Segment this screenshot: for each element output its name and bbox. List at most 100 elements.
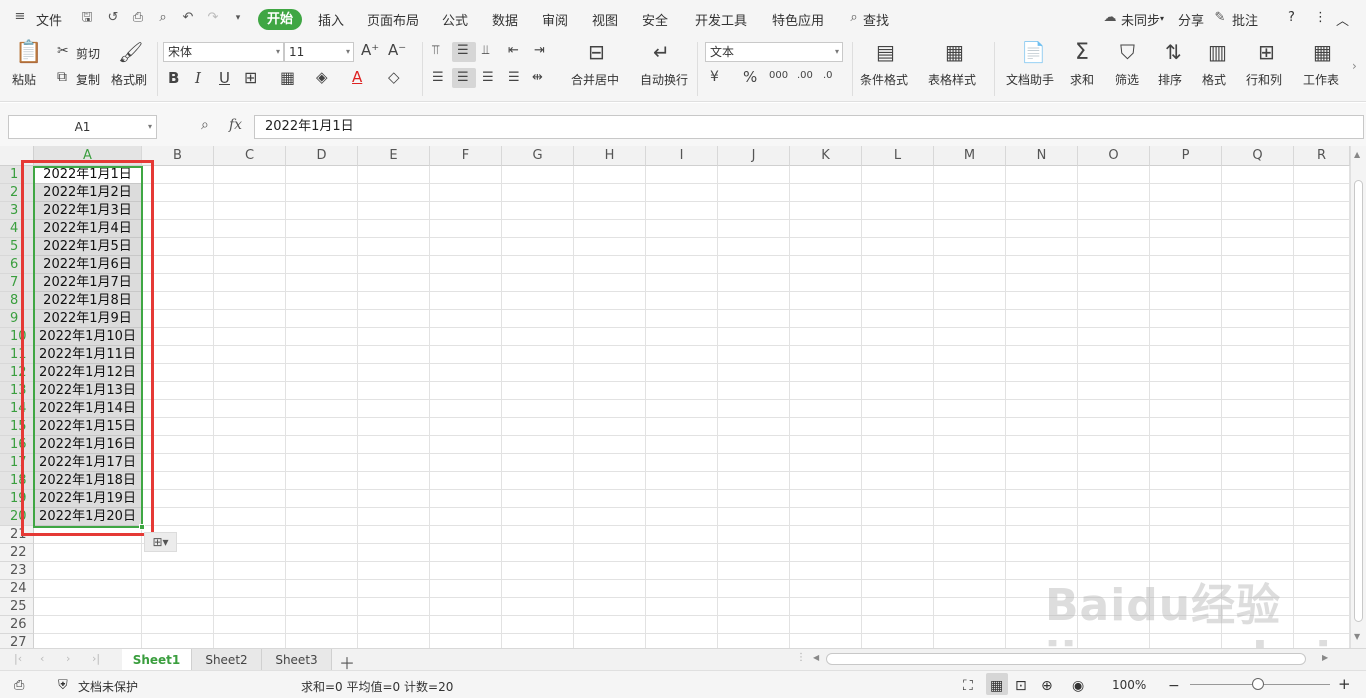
scroll-left-icon[interactable]: ◀ <box>813 653 819 662</box>
formula-input[interactable]: 2022年1月1日 <box>254 115 1364 139</box>
align-bottom-icon[interactable]: ⫫ <box>482 44 489 57</box>
doc-assistant-button[interactable]: 文档助手 <box>1006 71 1054 88</box>
search-button[interactable]: 查找 <box>863 10 889 29</box>
worksheet-icon[interactable]: ▦ <box>1313 42 1332 62</box>
sheet-tab-2[interactable]: Sheet2 <box>192 649 262 671</box>
row-col-button[interactable]: 行和列 <box>1246 71 1282 88</box>
clear-icon[interactable]: ◇ <box>388 70 400 85</box>
align-center-icon[interactable]: ☰ <box>457 71 469 84</box>
name-box-dropdown-icon[interactable]: ▾ <box>148 116 152 138</box>
wrap-text-icon[interactable]: ↵ <box>653 42 670 62</box>
sheet-tab-1[interactable]: Sheet1 <box>122 649 192 671</box>
merge-center-button[interactable]: 合并居中 <box>571 71 619 88</box>
distribute-icon[interactable]: ⇹ <box>532 71 543 84</box>
increase-font-icon[interactable]: A⁺ <box>361 43 379 58</box>
align-middle-icon[interactable]: ☰ <box>457 44 469 57</box>
currency-icon[interactable]: ¥ <box>710 70 719 84</box>
sync-dropdown-icon[interactable]: ▾ <box>1160 14 1164 23</box>
horizontal-scroll-thumb[interactable] <box>826 653 1306 665</box>
row-header-23[interactable]: 23 <box>0 562 34 580</box>
page-break-view-icon[interactable]: ⊡ <box>1015 678 1027 694</box>
spreadsheet-grid[interactable]: ABCDEFGHIJKLMNOPQR 1 2 3 4 5 6 7 8 9 10 11 12 13 14 15… <box>0 146 1350 648</box>
search-icon[interactable]: ⌕ <box>847 11 861 25</box>
column-header-e[interactable]: E <box>358 146 430 166</box>
column-header-f[interactable]: F <box>430 146 502 166</box>
copy-button[interactable]: 复制 <box>76 71 100 88</box>
tab-view[interactable]: 视图 <box>592 10 618 29</box>
align-left-icon[interactable]: ☰ <box>432 71 444 84</box>
zoom-formula-icon[interactable]: ⌕ <box>201 117 209 133</box>
format-icon[interactable]: ▥ <box>1208 42 1227 62</box>
scroll-right-icon[interactable]: ▶ <box>1322 653 1328 662</box>
conditional-format-button[interactable]: 条件格式 <box>860 71 908 88</box>
column-header-o[interactable]: O <box>1078 146 1150 166</box>
sort-icon[interactable]: ⇅ <box>1165 42 1182 62</box>
column-header-q[interactable]: Q <box>1222 146 1294 166</box>
help-button[interactable]: ? <box>1288 10 1295 25</box>
comment-icon[interactable]: ✎ <box>1213 11 1227 25</box>
sum-button[interactable]: 求和 <box>1070 71 1094 88</box>
tab-developer[interactable]: 开发工具 <box>695 10 747 29</box>
ribbon-scroll-right-icon[interactable]: › <box>1352 60 1357 72</box>
column-header-m[interactable]: M <box>934 146 1006 166</box>
first-sheet-icon[interactable]: |‹ <box>14 652 22 665</box>
more-icon[interactable]: ⋮ <box>1314 10 1327 25</box>
filter-button[interactable]: 筛选 <box>1115 71 1139 88</box>
tab-insert[interactable]: 插入 <box>318 10 344 29</box>
customize-dropdown-icon[interactable]: ▾ <box>231 11 245 25</box>
protect-status[interactable]: 文档未保护 <box>78 678 138 695</box>
paste-icon[interactable]: 📋 <box>15 42 42 64</box>
undo-history-icon[interactable]: ↺ <box>106 11 120 25</box>
reading-layout-icon[interactable]: ⊕ <box>1041 678 1053 694</box>
column-header-p[interactable]: P <box>1150 146 1222 166</box>
align-top-icon[interactable]: ⫪ <box>432 44 439 57</box>
cloud-sync-icon[interactable]: ☁ <box>1103 11 1117 25</box>
sum-icon[interactable]: Σ <box>1075 42 1089 64</box>
column-header-h[interactable]: H <box>574 146 646 166</box>
file-menu[interactable]: 文件 <box>36 10 62 29</box>
conditional-format-icon[interactable]: ▤ <box>876 42 895 62</box>
eye-protection-icon[interactable]: ◉ <box>1072 678 1084 694</box>
format-painter-icon[interactable]: 🖌 <box>118 42 143 62</box>
wrap-text-button[interactable]: 自动换行 <box>640 71 688 88</box>
font-color-icon[interactable]: A <box>352 70 362 85</box>
zoom-slider-handle[interactable] <box>1252 678 1264 690</box>
hscroll-split-icon[interactable]: ⋮ <box>796 652 806 663</box>
column-header-j[interactable]: J <box>718 146 790 166</box>
decrease-indent-icon[interactable]: ⇤ <box>508 44 519 57</box>
copy-icon[interactable]: ⧉ <box>57 70 67 84</box>
zoom-level[interactable]: 100% <box>1112 678 1146 692</box>
row-header-24[interactable]: 24 <box>0 580 34 598</box>
fx-icon[interactable]: fx <box>229 117 242 133</box>
row-header-27[interactable]: 27 <box>0 634 34 648</box>
share-button[interactable]: 分享 <box>1178 10 1204 29</box>
percent-icon[interactable]: % <box>743 70 757 85</box>
save-icon[interactable]: 🖫 <box>80 11 94 25</box>
column-header-d[interactable]: D <box>286 146 358 166</box>
align-right-icon[interactable]: ☰ <box>482 71 494 84</box>
scroll-up-icon[interactable]: ▲ <box>1354 150 1360 159</box>
scroll-down-icon[interactable]: ▼ <box>1354 632 1360 641</box>
cut-icon[interactable]: ✂ <box>57 44 69 58</box>
tab-security[interactable]: 安全 <box>642 10 668 29</box>
column-header-l[interactable]: L <box>862 146 934 166</box>
italic-icon[interactable]: I <box>195 71 201 86</box>
format-button[interactable]: 格式 <box>1202 71 1226 88</box>
row-header-22[interactable]: 22 <box>0 544 34 562</box>
zoom-in-icon[interactable]: + <box>1338 675 1351 693</box>
increase-indent-icon[interactable]: ⇥ <box>534 44 545 57</box>
font-name-select[interactable]: 宋体 ▾ <box>163 42 284 62</box>
last-sheet-icon[interactable]: ›| <box>92 652 100 665</box>
fill-color-icon[interactable]: ◈ <box>316 70 328 85</box>
number-format-select[interactable]: 文本 ▾ <box>705 42 843 62</box>
fullscreen-icon[interactable]: ⛶ <box>963 678 973 694</box>
paste-options-button[interactable]: ⊞▾ <box>144 532 177 552</box>
row-header-25[interactable]: 25 <box>0 598 34 616</box>
filter-icon[interactable]: ⛉ <box>1120 42 1135 62</box>
normal-view-icon[interactable]: ▦ <box>990 678 1003 694</box>
sort-button[interactable]: 排序 <box>1158 71 1182 88</box>
paste-button[interactable]: 粘贴 <box>12 71 36 88</box>
vertical-scrollbar[interactable]: ▲ ▼ <box>1350 146 1366 648</box>
merge-center-icon[interactable]: ⊟ <box>588 42 605 62</box>
column-header-k[interactable]: K <box>790 146 862 166</box>
